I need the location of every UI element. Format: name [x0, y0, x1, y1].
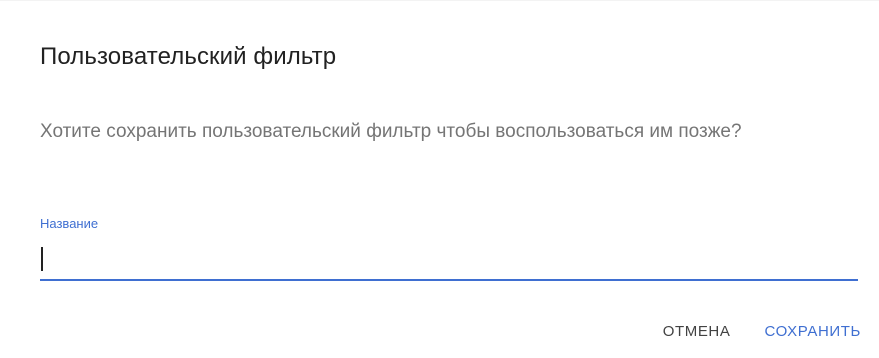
dialog-actions: ОТМЕНА СОХРАНИТЬ: [653, 313, 871, 349]
custom-filter-dialog: Пользовательский фильтр Хотите сохранить…: [0, 0, 879, 358]
name-field-label: Название: [40, 216, 99, 231]
text-caret: [41, 247, 43, 271]
name-input[interactable]: [40, 241, 858, 277]
name-field: Название: [40, 215, 858, 283]
cancel-button[interactable]: ОТМЕНА: [653, 313, 741, 349]
name-field-underline: [40, 279, 858, 281]
dialog-message: Хотите сохранить пользовательский фильтр…: [40, 121, 742, 142]
save-button[interactable]: СОХРАНИТЬ: [754, 313, 871, 349]
dialog-title: Пользовательский фильтр: [40, 43, 337, 70]
